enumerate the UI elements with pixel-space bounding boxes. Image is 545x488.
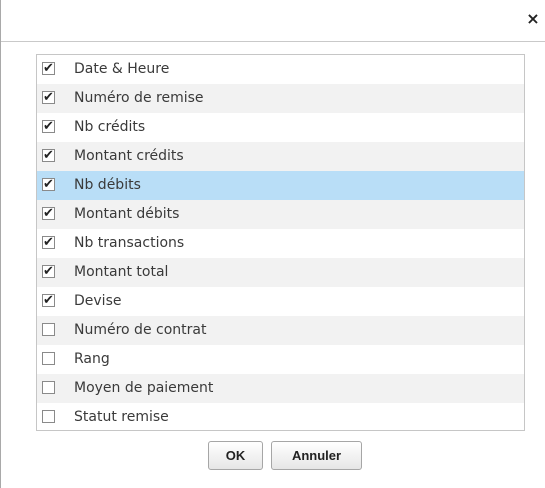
column-option-row[interactable]: ✔ Devise	[37, 287, 524, 316]
column-option-label: Montant débits	[74, 206, 180, 222]
column-checkbox[interactable]: ✔	[42, 207, 55, 220]
column-option-row[interactable]: Moyen de paiement	[37, 374, 524, 403]
column-option-row[interactable]: ✔ Nb débits	[37, 171, 524, 200]
column-option-label: Date & Heure	[74, 61, 170, 77]
column-checkbox[interactable]: ✔	[42, 149, 55, 162]
column-checkbox[interactable]	[42, 381, 55, 394]
column-checkbox[interactable]: ✔	[42, 236, 55, 249]
column-option-row[interactable]: ✔ Montant débits	[37, 200, 524, 229]
column-option-label: Devise	[74, 293, 122, 309]
cancel-button[interactable]: Annuler	[271, 441, 362, 470]
column-checkbox[interactable]	[42, 352, 55, 365]
column-checkbox[interactable]: ✔	[42, 120, 55, 133]
column-checkbox[interactable]: ✔	[42, 178, 55, 191]
column-option-label: Statut remise	[74, 409, 169, 425]
column-option-label: Nb transactions	[74, 235, 185, 251]
column-checkbox[interactable]	[42, 323, 55, 336]
column-checkbox[interactable]	[42, 410, 55, 423]
dialog-titlebar: ×	[1, 0, 545, 42]
close-icon[interactable]: ×	[525, 10, 541, 28]
column-option-row[interactable]: Statut remise	[37, 403, 524, 430]
column-option-row[interactable]: ✔ Montant crédits	[37, 142, 524, 171]
column-option-label: Nb crédits	[74, 119, 146, 135]
ok-button[interactable]: OK	[208, 441, 263, 470]
column-option-row[interactable]: Numéro de contrat	[37, 316, 524, 345]
column-chooser-dialog: × ✔ Date & Heure ✔ Numéro de remise ✔ Nb créd…	[0, 0, 545, 488]
column-option-label: Moyen de paiement	[74, 380, 214, 396]
column-option-row[interactable]: Rang	[37, 345, 524, 374]
column-option-row[interactable]: ✔ Montant total	[37, 258, 524, 287]
column-list: ✔ Date & Heure ✔ Numéro de remise ✔ Nb crédit…	[36, 54, 525, 431]
column-checkbox[interactable]: ✔	[42, 91, 55, 104]
column-option-label: Numéro de contrat	[74, 322, 207, 338]
column-option-label: Montant crédits	[74, 148, 184, 164]
column-option-row[interactable]: ✔ Numéro de remise	[37, 84, 524, 113]
column-checkbox[interactable]: ✔	[42, 294, 55, 307]
column-option-row[interactable]: ✔ Date & Heure	[37, 55, 524, 84]
column-option-label: Nb débits	[74, 177, 141, 193]
column-option-label: Rang	[74, 351, 110, 367]
column-option-label: Numéro de remise	[74, 90, 204, 106]
column-option-label: Montant total	[74, 264, 169, 280]
column-checkbox[interactable]: ✔	[42, 62, 55, 75]
column-checkbox[interactable]: ✔	[42, 265, 55, 278]
column-option-row[interactable]: ✔ Nb transactions	[37, 229, 524, 258]
column-option-row[interactable]: ✔ Nb crédits	[37, 113, 524, 142]
